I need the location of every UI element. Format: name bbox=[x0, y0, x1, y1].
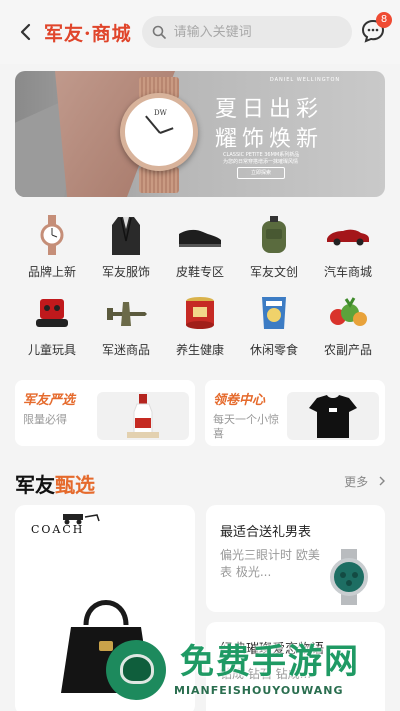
banner-subtitle-2: 为您的日常穿搭增添一抹璀璨风情 bbox=[223, 159, 299, 165]
car-icon bbox=[325, 212, 371, 258]
tshirt-image bbox=[287, 392, 379, 440]
watermark-logo-mark bbox=[120, 654, 154, 684]
category-snacks[interactable]: 休闲零食 bbox=[237, 290, 311, 358]
brand-logo-text: COACH bbox=[31, 523, 85, 536]
leather-shoe-icon bbox=[177, 212, 223, 258]
promo-card-coupons[interactable]: 领卷中心 每天一个小惊喜 bbox=[205, 380, 385, 446]
section-title-accent: 甄选 bbox=[55, 473, 95, 497]
watermark-text: 免费手游网 bbox=[180, 642, 360, 682]
category-label: 汽车商城 bbox=[323, 265, 372, 279]
banner-subtitle-1: CLASSIC PETITE 36MM系列新品 bbox=[223, 152, 300, 158]
promo-desc: 限量必得 bbox=[23, 413, 67, 426]
banner-brand: DANIEL WELLINGTON bbox=[269, 77, 341, 83]
vegetables-icon bbox=[325, 290, 371, 336]
tea-can-icon bbox=[177, 290, 223, 336]
product-card-watch[interactable]: 最适合送礼男表 偏光三眼计时 欧美表 极光... bbox=[206, 505, 385, 612]
mens-watch-image bbox=[330, 549, 368, 605]
promo-banner[interactable]: DW DANIEL WELLINGTON 夏日出彩 耀饰焕新 CLASSIC P… bbox=[15, 71, 385, 197]
search-bar[interactable] bbox=[141, 16, 352, 48]
promo-desc: 每天一个小惊喜 bbox=[213, 413, 279, 440]
product-title: 最适合送礼男表 bbox=[220, 525, 312, 540]
section-title-main: 军友 bbox=[15, 473, 55, 497]
category-cars[interactable]: 汽车商城 bbox=[311, 212, 385, 280]
airplane-model-icon bbox=[103, 290, 149, 336]
category-label: 农副产品 bbox=[323, 343, 372, 357]
promo-title: 领卷中心 bbox=[213, 393, 266, 408]
messages-button[interactable]: 8 bbox=[360, 12, 392, 44]
category-creative[interactable]: 军友文创 bbox=[237, 212, 311, 280]
category-label: 品牌上新 bbox=[27, 265, 76, 279]
page: 军友·商城 8 DW DANIEL WELLINGTON 夏日出彩 耀饰焕新 C… bbox=[0, 0, 400, 711]
category-label: 军友文创 bbox=[249, 265, 298, 279]
more-link[interactable]: 更多 bbox=[344, 473, 386, 490]
banner-headline-2: 耀饰焕新 bbox=[215, 127, 324, 152]
robot-toy-icon bbox=[29, 290, 75, 336]
category-shoes[interactable]: 皮鞋专区 bbox=[163, 212, 237, 280]
canteen-icon bbox=[251, 212, 297, 258]
category-label: 养生健康 bbox=[175, 343, 224, 357]
category-farm-products[interactable]: 农副产品 bbox=[311, 290, 385, 358]
back-button[interactable] bbox=[10, 17, 40, 47]
watch-dial-logo: DW bbox=[154, 109, 167, 117]
search-input[interactable] bbox=[173, 24, 334, 40]
chevron-left-icon bbox=[20, 23, 31, 41]
category-label: 休闲零食 bbox=[249, 343, 298, 357]
section-title: 军友甄选 bbox=[15, 469, 95, 498]
category-toys[interactable]: 儿童玩具 bbox=[15, 290, 89, 358]
category-health[interactable]: 养生健康 bbox=[163, 290, 237, 358]
chevron-right-icon bbox=[379, 476, 385, 486]
search-icon bbox=[152, 25, 166, 39]
snack-bag-icon bbox=[251, 290, 297, 336]
category-apparel[interactable]: 军友服饰 bbox=[89, 212, 163, 280]
promo-card-selected[interactable]: 军友严选 限量必得 bbox=[15, 380, 195, 446]
watermark: 免费手游网 MIANFEISHOUYOUWANG bbox=[100, 632, 400, 711]
store-title: 军友·商城 bbox=[44, 22, 132, 45]
suit-icon bbox=[103, 212, 149, 258]
category-label: 军迷商品 bbox=[101, 343, 150, 357]
banner-headline-1: 夏日出彩 bbox=[215, 97, 324, 122]
banner-explore-button[interactable]: 立即探索 bbox=[237, 167, 285, 179]
watermark-url: MIANFEISHOUYOUWANG bbox=[174, 684, 344, 697]
top-bar: 军友·商城 8 bbox=[0, 0, 400, 64]
category-military-fans[interactable]: 军迷商品 bbox=[89, 290, 163, 358]
promo-title: 军友严选 bbox=[23, 393, 76, 408]
category-label: 皮鞋专区 bbox=[175, 265, 224, 279]
category-label: 军友服饰 bbox=[101, 265, 150, 279]
category-label: 儿童玩具 bbox=[27, 343, 76, 357]
message-count-badge: 8 bbox=[376, 12, 392, 28]
liquor-bottle-image bbox=[97, 392, 189, 440]
product-desc: 偏光三眼计时 欧美表 极光... bbox=[220, 548, 320, 579]
more-label: 更多 bbox=[344, 475, 369, 489]
wristwatch-icon bbox=[29, 212, 75, 258]
category-brand-new[interactable]: 品牌上新 bbox=[15, 212, 89, 280]
